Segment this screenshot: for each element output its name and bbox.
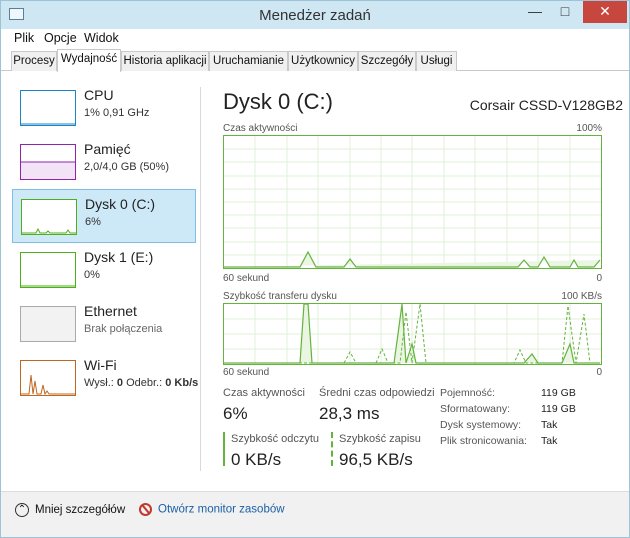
sidebar-item-cpu[interactable]: CPU 1% 0,91 GHz — [12, 81, 196, 135]
disk1-thumbnail-graph — [20, 252, 76, 288]
sidebar-item-label: Wi-Fi — [84, 357, 117, 373]
active-time-graph-max: 100% — [576, 123, 602, 134]
active-time-graph — [223, 135, 602, 269]
transfer-graph-time: 60 sekund — [223, 367, 270, 378]
sidebar-item-label: CPU — [84, 87, 114, 103]
prop-formatted-key: Sformatowany: — [440, 403, 511, 415]
active-time-value: 6% — [223, 404, 248, 423]
memory-thumbnail-graph — [20, 144, 76, 180]
disk0-thumbnail-graph — [21, 199, 77, 235]
prop-system-disk-key: Dysk systemowy: — [440, 419, 522, 431]
wifi-recv-value: 0 Kb/s — [165, 377, 199, 389]
menu-widok[interactable]: Widok — [84, 31, 119, 45]
wifi-send-value: 0 — [116, 377, 124, 389]
write-speed-value: 96,5 KB/s — [339, 450, 413, 469]
transfer-graph-min: 0 — [596, 367, 602, 378]
task-manager-window: Menedżer zadań — □ ✕ Plik Opcje Widok Pr… — [0, 0, 630, 538]
close-button[interactable]: ✕ — [583, 1, 627, 23]
tab-uruchamianie[interactable]: Uruchamianie — [209, 51, 288, 71]
active-time-graph-time: 60 sekund — [223, 273, 270, 284]
response-time-label: Średni czas odpowiedzi — [319, 387, 435, 399]
transfer-rate-graph — [223, 303, 602, 365]
transfer-graph-max: 100 KB/s — [561, 291, 602, 302]
transfer-graph-label: Szybkość transferu dysku — [223, 291, 337, 302]
prop-capacity-key: Pojemność: — [440, 387, 495, 399]
resource-sidebar: CPU 1% 0,91 GHz Pamięć 2,0/4,0 GB (50%) — [1, 71, 201, 491]
sidebar-item-sub: 0% — [84, 269, 100, 281]
title-bar: Menedżer zadań — □ ✕ — [1, 1, 629, 29]
menu-plik[interactable]: Plik — [14, 31, 34, 45]
menu-bar: Plik Opcje Widok — [1, 29, 629, 49]
read-rate-bar — [223, 432, 225, 466]
menu-opcje[interactable]: Opcje — [44, 31, 77, 45]
sidebar-item-label: Ethernet — [84, 303, 137, 319]
write-speed-label: Szybkość zapisu — [339, 433, 421, 445]
tab-procesy[interactable]: Procesy — [11, 51, 57, 71]
write-rate-bar — [331, 432, 333, 466]
sidebar-item-label: Dysk 1 (E:) — [84, 249, 154, 265]
close-icon: ✕ — [599, 3, 611, 19]
disk-model: Corsair CSSD-V128GB2 — [469, 97, 623, 113]
active-time-graph-label: Czas aktywności — [223, 123, 298, 134]
sidebar-item-disk0[interactable]: Dysk 0 (C:) 6% — [12, 189, 196, 243]
disk-detail-panel: Dysk 0 (C:) Corsair CSSD-V128GB2 Czas ak… — [223, 71, 623, 491]
wifi-thumbnail-graph — [20, 360, 76, 396]
sidebar-item-label: Pamięć — [84, 141, 131, 157]
sidebar-item-sub: 1% 0,91 GHz — [84, 107, 150, 119]
tab-uslugi[interactable]: Usługi — [416, 51, 457, 71]
active-time-graph-min: 0 — [596, 273, 602, 284]
active-time-label: Czas aktywności — [223, 387, 305, 399]
resource-monitor-icon — [139, 503, 152, 516]
resource-monitor-label: Otwórz monitor zasobów — [158, 503, 285, 516]
tab-szczegoly[interactable]: Szczegóły — [358, 51, 416, 71]
sidebar-item-disk1[interactable]: Dysk 1 (E:) 0% — [12, 243, 196, 297]
prop-capacity-val: 119 GB — [541, 387, 576, 399]
maximize-button[interactable]: □ — [551, 1, 579, 23]
response-time-value: 28,3 ms — [319, 404, 380, 423]
sidebar-divider — [200, 87, 201, 471]
tab-historia-aplikacji[interactable]: Historia aplikacji — [121, 51, 209, 71]
sidebar-item-sub: Brak połączenia — [84, 323, 163, 335]
sidebar-item-memory[interactable]: Pamięć 2,0/4,0 GB (50%) — [12, 135, 196, 189]
performance-content: CPU 1% 0,91 GHz Pamięć 2,0/4,0 GB (50%) — [1, 71, 629, 491]
tab-uzytkownicy[interactable]: Użytkownicy — [288, 51, 358, 71]
read-speed-value: 0 KB/s — [231, 450, 282, 469]
wifi-send-label: Wysł.: — [84, 377, 114, 389]
read-speed-label: Szybkość odczytu — [231, 433, 320, 445]
ethernet-thumbnail-graph — [20, 306, 76, 342]
open-resource-monitor-link[interactable]: Otwórz monitor zasobów — [139, 503, 285, 516]
sidebar-item-wifi[interactable]: Wi-Fi Wysł.: 0 Odebr.: 0 Kb/s — [12, 351, 198, 405]
less-details-button[interactable]: ⌃ Mniej szczegółów — [15, 503, 125, 517]
minimize-icon: — — [528, 3, 542, 19]
prop-pagefile-val: Tak — [541, 435, 558, 447]
chevron-up-icon: ⌃ — [15, 503, 29, 517]
sidebar-item-label: Dysk 0 (C:) — [85, 196, 155, 212]
tab-bar: Procesy Wydajność Historia aplikacji Uru… — [1, 49, 629, 72]
wifi-recv-label: Odebr.: — [126, 377, 163, 389]
prop-system-disk-val: Tak — [541, 419, 558, 431]
disk-title: Dysk 0 (C:) — [223, 89, 333, 114]
sidebar-item-ethernet[interactable]: Ethernet Brak połączenia — [12, 297, 196, 351]
footer-bar: ⌃ Mniej szczegółów Otwórz monitor zasobów — [1, 491, 629, 537]
prop-pagefile-key: Plik stronicowania: — [440, 435, 527, 447]
sidebar-item-sub: 2,0/4,0 GB (50%) — [84, 161, 169, 173]
tab-wydajnosc[interactable]: Wydajność — [57, 49, 121, 72]
sidebar-item-sub: 6% — [85, 216, 101, 228]
cpu-thumbnail-graph — [20, 90, 76, 126]
less-details-label: Mniej szczegółów — [35, 504, 126, 517]
maximize-icon: □ — [560, 3, 570, 19]
prop-formatted-val: 119 GB — [541, 403, 576, 415]
sidebar-item-sub: Wysł.: 0 Odebr.: 0 Kb/s — [84, 377, 198, 389]
minimize-button[interactable]: — — [521, 1, 549, 23]
